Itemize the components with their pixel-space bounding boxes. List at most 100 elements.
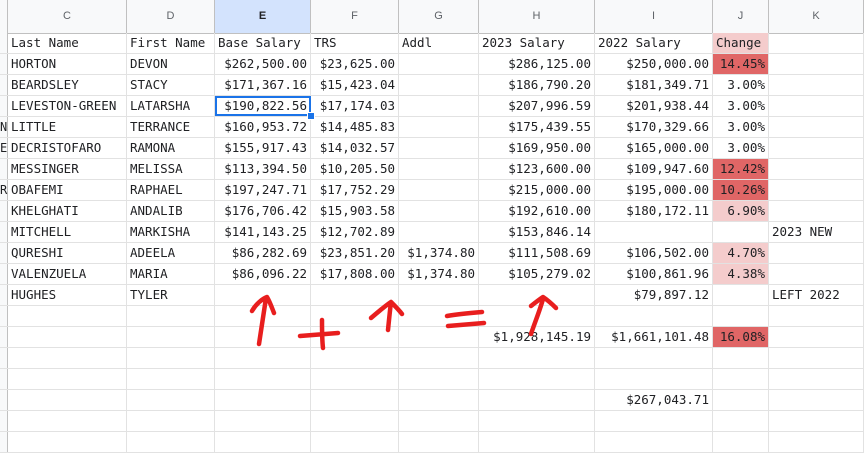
change-cell[interactable]: 6.90% [713,201,769,221]
first-name-cell[interactable] [127,327,215,347]
trs-cell[interactable] [311,348,399,368]
base-salary-cell[interactable]: $86,282.69 [215,243,311,263]
salary-2022-cell[interactable]: $106,502.00 [595,243,713,263]
salary-2022-cell[interactable]: $100,861.96 [595,264,713,284]
last-name-cell[interactable] [8,348,127,368]
note-cell[interactable] [769,96,864,116]
row-header[interactable] [0,264,8,284]
note-cell[interactable] [769,369,864,389]
change-cell[interactable] [713,390,769,410]
addl-cell[interactable] [399,75,479,95]
row-header[interactable] [0,306,8,326]
trs-cell[interactable] [311,390,399,410]
change-cell[interactable]: 10.26% [713,180,769,200]
first-name-cell[interactable]: STACY [127,75,215,95]
row-header[interactable]: E [0,138,8,158]
first-name-cell[interactable]: LATARSHA [127,96,215,116]
salary-2022-cell[interactable]: $109,947.60 [595,159,713,179]
first-name-cell[interactable]: MARKISHA [127,222,215,242]
row-header[interactable] [0,201,8,221]
note-cell[interactable] [769,243,864,263]
first-name-cell[interactable] [127,432,215,452]
base-salary-cell[interactable]: $176,706.42 [215,201,311,221]
salary-2022-cell[interactable]: $165,000.00 [595,138,713,158]
header-cell-k[interactable] [769,33,864,53]
note-cell[interactable] [769,432,864,452]
change-cell[interactable] [713,411,769,431]
trs-cell[interactable]: $23,851.20 [311,243,399,263]
first-name-cell[interactable]: ADEELA [127,243,215,263]
salary-2023-cell[interactable]: $111,508.69 [479,243,595,263]
salary-2022-cell[interactable]: $201,938.44 [595,96,713,116]
first-name-cell[interactable]: DEVON [127,54,215,74]
addl-cell[interactable] [399,117,479,137]
row-header[interactable] [0,348,8,368]
salary-2023-cell[interactable]: $123,600.00 [479,159,595,179]
last-name-cell[interactable]: MITCHELL [8,222,127,242]
salary-2022-cell[interactable]: $79,897.12 [595,285,713,305]
note-cell[interactable] [769,411,864,431]
row-header[interactable] [0,369,8,389]
change-cell[interactable]: 4.70% [713,243,769,263]
last-name-cell[interactable] [8,306,127,326]
last-name-cell[interactable]: VALENZUELA [8,264,127,284]
first-name-cell[interactable]: MARIA [127,264,215,284]
addl-cell[interactable] [399,327,479,347]
note-cell[interactable] [769,264,864,284]
addl-cell[interactable] [399,180,479,200]
salary-2022-cell[interactable] [595,411,713,431]
trs-cell[interactable]: $17,808.00 [311,264,399,284]
trs-cell[interactable]: $23,625.00 [311,54,399,74]
salary-2023-cell[interactable]: $286,125.00 [479,54,595,74]
change-cell[interactable]: 14.45% [713,54,769,74]
base-salary-cell[interactable] [215,327,311,347]
change-cell[interactable]: 16.08% [713,327,769,347]
base-salary-cell[interactable]: $171,367.16 [215,75,311,95]
trs-cell[interactable] [311,306,399,326]
column-header-j[interactable]: J [713,0,769,33]
note-cell[interactable] [769,117,864,137]
first-name-cell[interactable]: MELISSA [127,159,215,179]
salary-2023-cell[interactable] [479,306,595,326]
row-header[interactable] [0,75,8,95]
header-cell-e[interactable]: Base Salary [215,33,311,53]
base-salary-cell[interactable]: $141,143.25 [215,222,311,242]
addl-cell[interactable] [399,54,479,74]
salary-2023-cell[interactable] [479,432,595,452]
change-cell[interactable]: 3.00% [713,117,769,137]
last-name-cell[interactable] [8,369,127,389]
base-salary-cell[interactable]: $155,917.43 [215,138,311,158]
row-header[interactable] [0,432,8,452]
addl-cell[interactable]: $1,374.80 [399,264,479,284]
last-name-cell[interactable] [8,390,127,410]
note-cell[interactable] [769,306,864,326]
header-cell-h[interactable]: 2023 Salary [479,33,595,53]
trs-cell[interactable]: $14,485.83 [311,117,399,137]
last-name-cell[interactable]: KHELGHATI [8,201,127,221]
salary-2022-cell[interactable]: $250,000.00 [595,54,713,74]
row-header[interactable] [0,54,8,74]
salary-2022-cell[interactable] [595,348,713,368]
trs-cell[interactable] [311,327,399,347]
salary-2023-cell[interactable] [479,285,595,305]
salary-2022-cell[interactable]: $181,349.71 [595,75,713,95]
addl-cell[interactable] [399,138,479,158]
trs-cell[interactable]: $10,205.50 [311,159,399,179]
first-name-cell[interactable]: TERRANCE [127,117,215,137]
last-name-cell[interactable]: LEVESTON-GREEN [8,96,127,116]
last-name-cell[interactable]: LITTLE [8,117,127,137]
selected-cell[interactable]: $190,822.56 [215,96,311,116]
column-header-f[interactable]: F [311,0,399,33]
base-salary-cell[interactable] [215,411,311,431]
salary-2023-cell[interactable]: $175,439.55 [479,117,595,137]
salary-2022-cell[interactable]: $180,172.11 [595,201,713,221]
addl-cell[interactable] [399,369,479,389]
row-header[interactable] [0,96,8,116]
note-cell[interactable]: 2023 NEW [769,222,864,242]
column-header-c[interactable]: C [8,0,127,33]
salary-2023-cell[interactable]: $169,950.00 [479,138,595,158]
change-cell[interactable]: 3.00% [713,138,769,158]
salary-2023-cell[interactable]: $186,790.20 [479,75,595,95]
row-header[interactable] [0,33,8,53]
last-name-cell[interactable]: DECRISTOFARO [8,138,127,158]
